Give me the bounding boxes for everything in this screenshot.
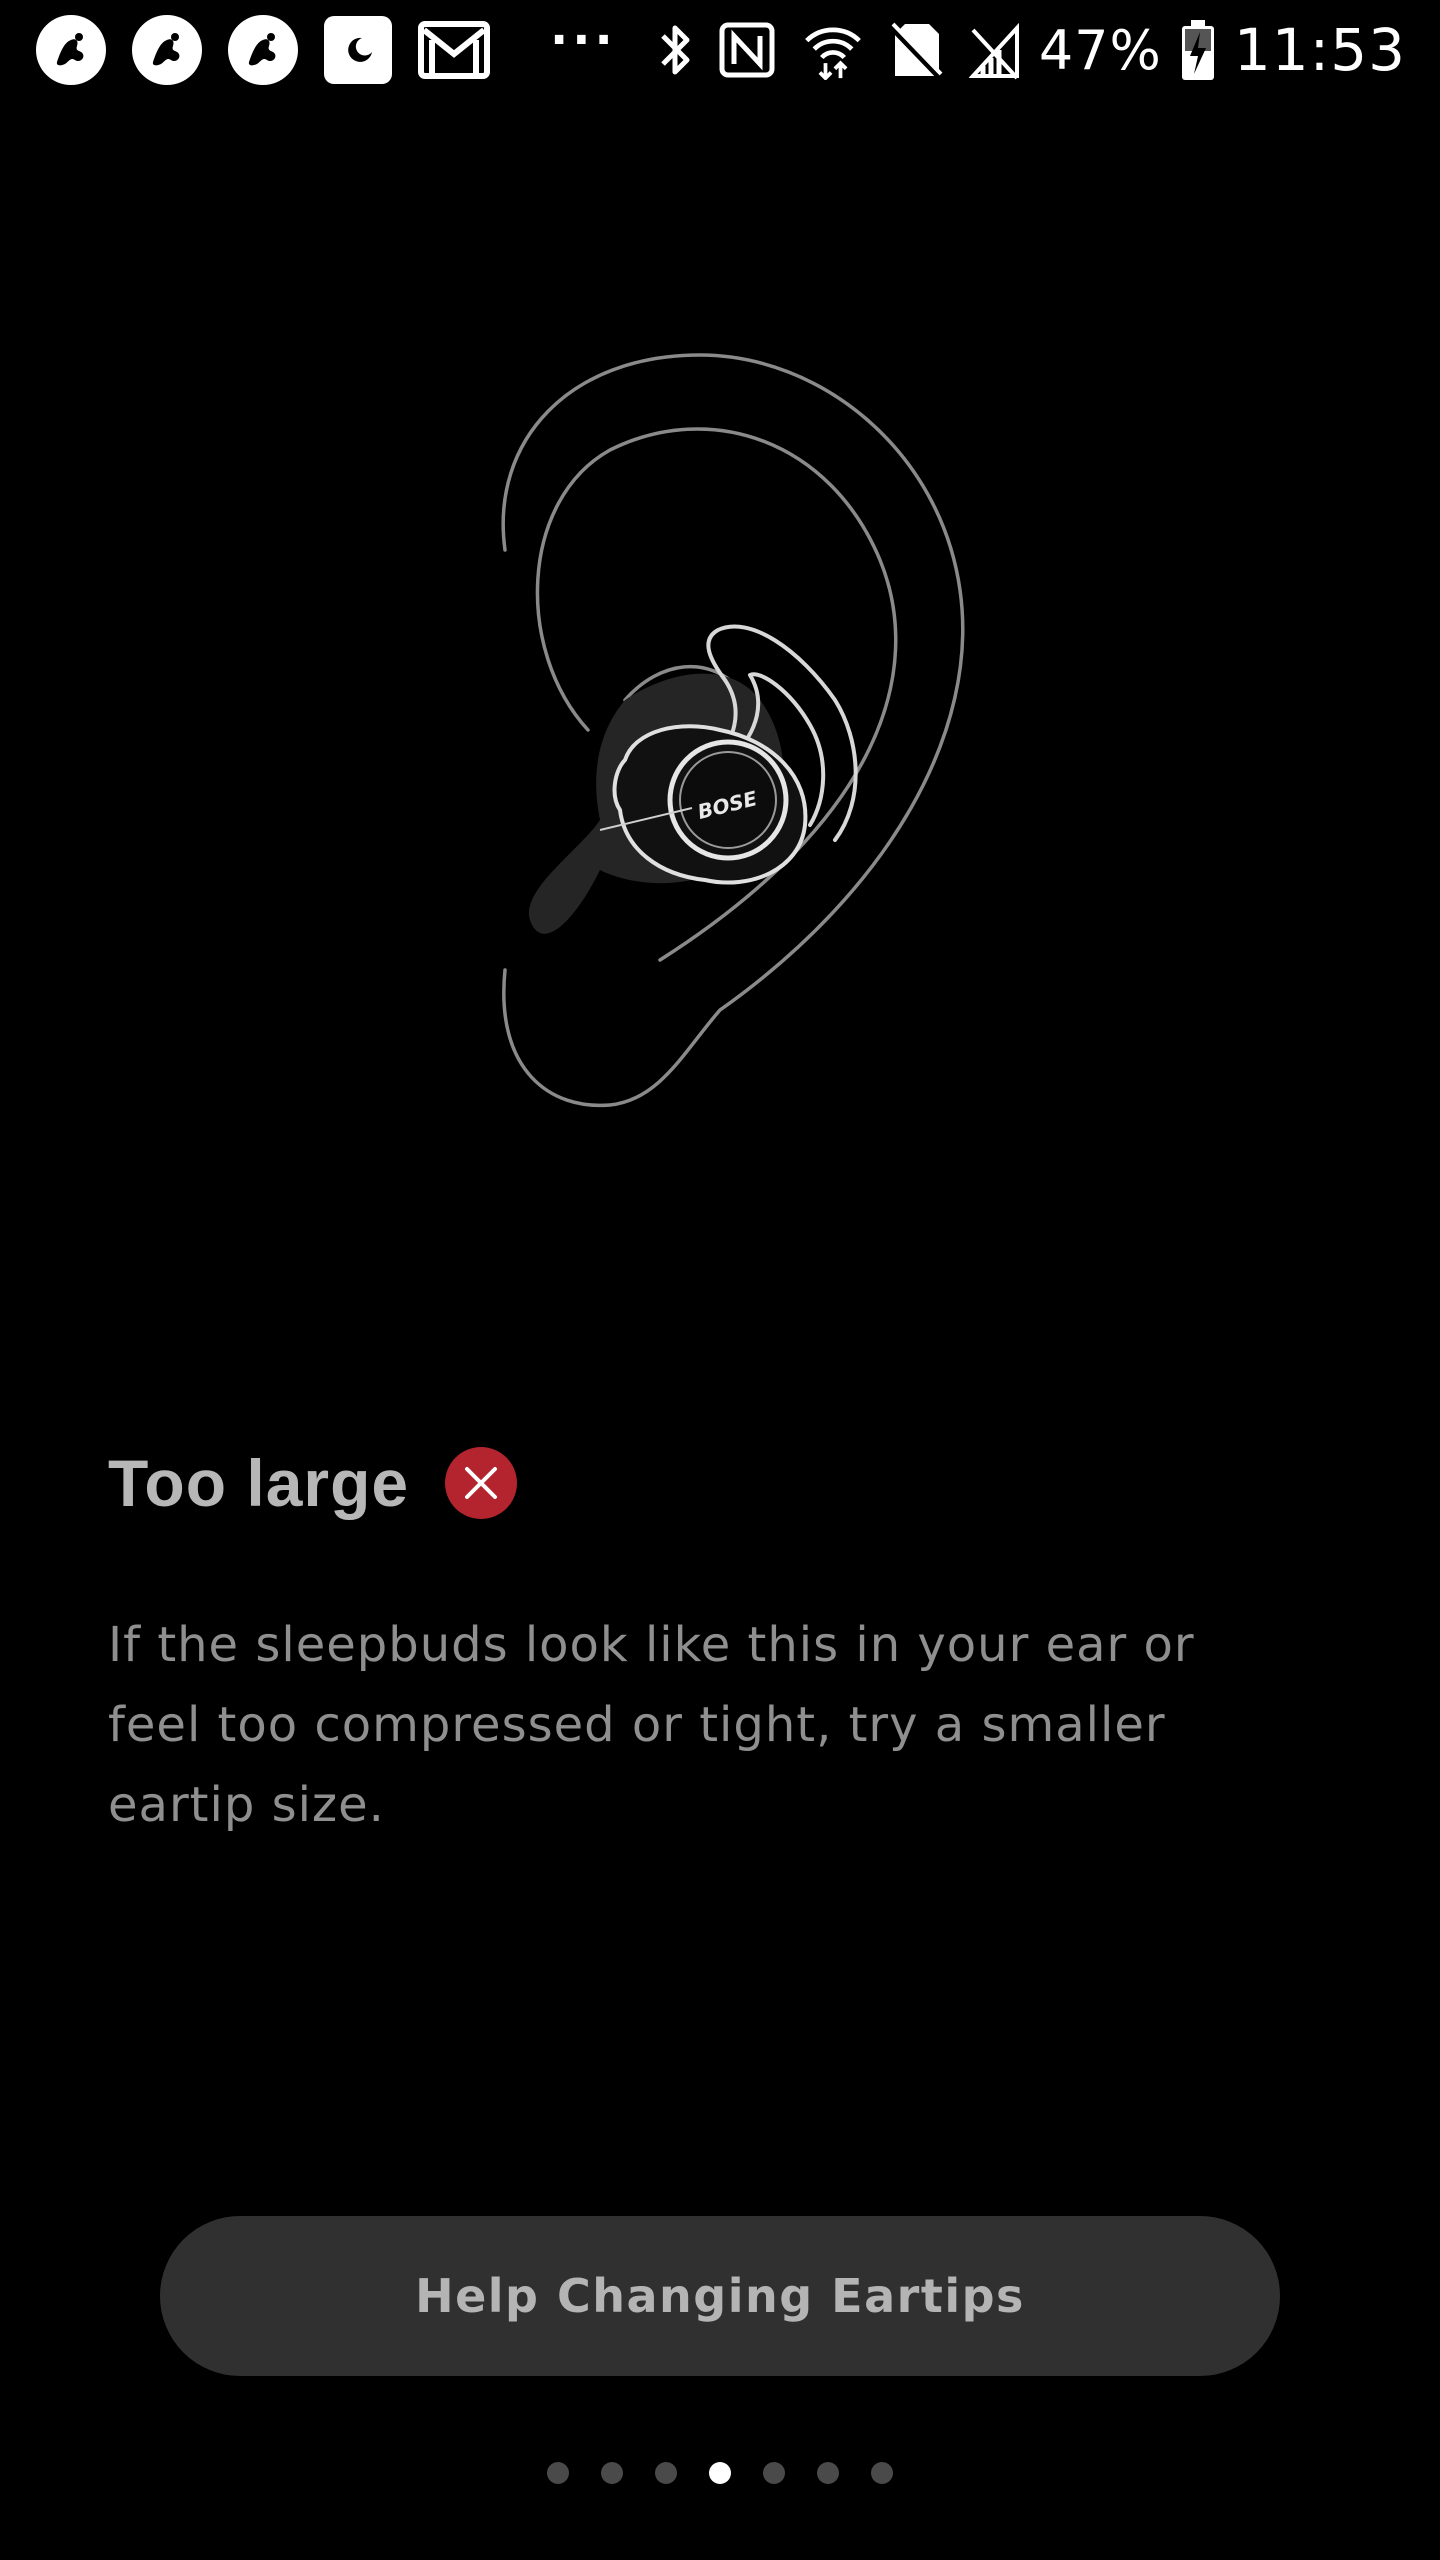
page-dot-4-active[interactable] [709, 2462, 731, 2484]
eartip-fit-screen: ··· 47% 11:53 BOSE Too large If the slee… [0, 0, 1440, 2560]
signal-icon [968, 22, 1019, 80]
notification-icons: ··· [36, 12, 617, 85]
ear-with-sleepbud-illustration: BOSE [501, 353, 965, 1108]
bose-sleepbuds-app-icon [132, 15, 202, 85]
battery-charging-icon [1181, 20, 1214, 80]
page-dot-3[interactable] [655, 2462, 677, 2484]
help-button-label: Help Changing Eartips [415, 2269, 1025, 2323]
status-bar: ··· 47% 11:53 [0, 0, 1440, 100]
nfc-icon [719, 22, 775, 78]
do-not-disturb-moon-icon [324, 16, 392, 84]
page-dot-5[interactable] [763, 2462, 785, 2484]
page-dot-6[interactable] [817, 2462, 839, 2484]
fit-description: If the sleepbuds look like this in your … [108, 1617, 1195, 1833]
bose-sleepbuds-app-icon [36, 15, 106, 85]
x-circle-icon [445, 1447, 518, 1519]
page-title: Too large [108, 1446, 410, 1520]
fit-result-header: Too large [108, 1445, 518, 1521]
wifi-icon [804, 27, 861, 80]
gmail-icon [418, 21, 490, 79]
page-dot-1[interactable] [547, 2462, 569, 2484]
help-changing-eartips-button[interactable]: Help Changing Eartips [160, 2216, 1280, 2376]
more-notifications-indicator: ··· [550, 12, 617, 68]
battery-percentage: 47% [1038, 18, 1162, 82]
bluetooth-icon [661, 25, 690, 75]
no-sim-icon [890, 22, 943, 80]
page-indicator [0, 2462, 1440, 2484]
system-status-icons: 47% 11:53 [631, 16, 1406, 84]
page-dot-2[interactable] [601, 2462, 623, 2484]
clock: 11:53 [1233, 16, 1406, 84]
bose-sleepbuds-app-icon [228, 15, 298, 85]
page-dot-7[interactable] [871, 2462, 893, 2484]
